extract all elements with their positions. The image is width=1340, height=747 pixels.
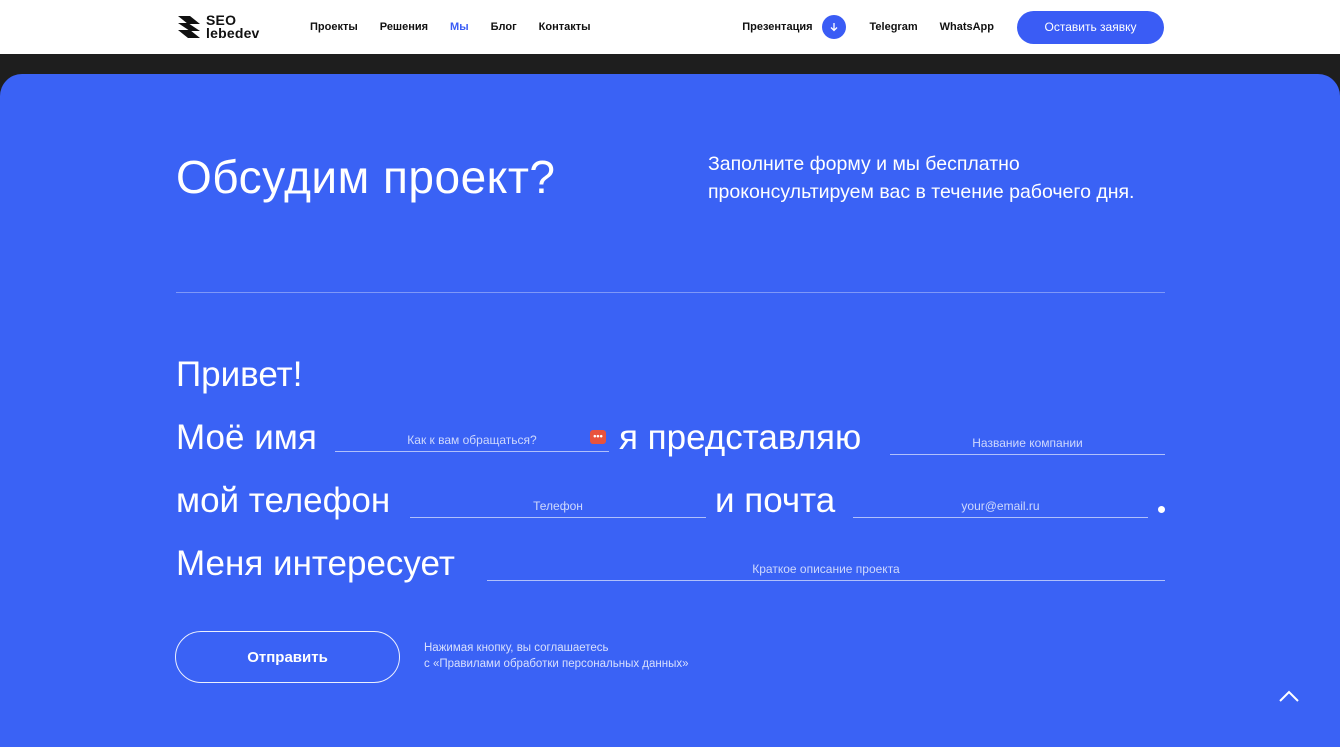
phone-prefix: мой телефон [176,481,391,520]
whatsapp-link[interactable]: WhatsApp [940,21,994,33]
presentation-label: Презентация [742,21,813,33]
telegram-link[interactable]: Telegram [870,21,918,33]
email-input[interactable] [853,494,1148,517]
email-prefix: и почта [715,481,836,520]
main-nav: Проекты Решения Мы Блог Контакты [310,0,613,54]
phone-field-wrapper [410,494,706,518]
description-input[interactable] [487,557,1165,580]
section-divider [176,292,1165,293]
phone-input[interactable] [410,494,706,517]
interest-prefix: Меня интересует [176,544,455,583]
greeting-text: Привет! [176,355,303,394]
submit-button[interactable]: Отправить [175,631,400,683]
company-input[interactable] [890,431,1165,454]
company-prefix: я представляю [619,418,862,457]
consent-text: Нажимая кнопку, вы соглашаетесь с «Прави… [424,640,689,672]
presentation-link[interactable]: Презентация [742,15,846,39]
password-manager-key-icon[interactable]: ••• [590,430,606,444]
leave-request-button[interactable]: Оставить заявку [1017,10,1164,44]
header-actions: Презентация Telegram WhatsApp Оставить з… [742,0,1164,54]
sentence-dot [1158,506,1165,513]
chevron-up-icon[interactable] [1277,688,1301,704]
logo-line-2: lebedev [206,25,260,41]
email-field-wrapper [853,494,1148,518]
page-title: Обсудим проект? [176,151,556,203]
nav-contacts[interactable]: Контакты [539,21,591,33]
nav-projects[interactable]: Проекты [310,21,358,33]
lead-text: Заполните форму и мы бесплатно проконсул… [708,153,1135,203]
nav-about[interactable]: Мы [450,21,469,33]
logo-text: SEO lebedev [206,13,260,41]
description-field-wrapper [487,557,1165,581]
consent-line-1: Нажимая кнопку, вы соглашаетесь [424,642,609,654]
consent-line-2[interactable]: с «Правилами обработки персональных данн… [424,656,689,672]
company-field-wrapper [890,431,1165,455]
name-field-wrapper [335,428,609,452]
site-header: SEO lebedev Проекты Решения Мы Блог Конт… [0,0,1340,54]
nav-solutions[interactable]: Решения [380,21,428,33]
logo-stripes-icon [178,16,200,38]
arrow-down-icon [821,15,846,39]
nav-blog[interactable]: Блог [491,21,517,33]
name-input[interactable] [335,428,609,451]
name-prefix: Моё имя [176,418,317,457]
site-logo[interactable]: SEO lebedev [176,11,260,43]
